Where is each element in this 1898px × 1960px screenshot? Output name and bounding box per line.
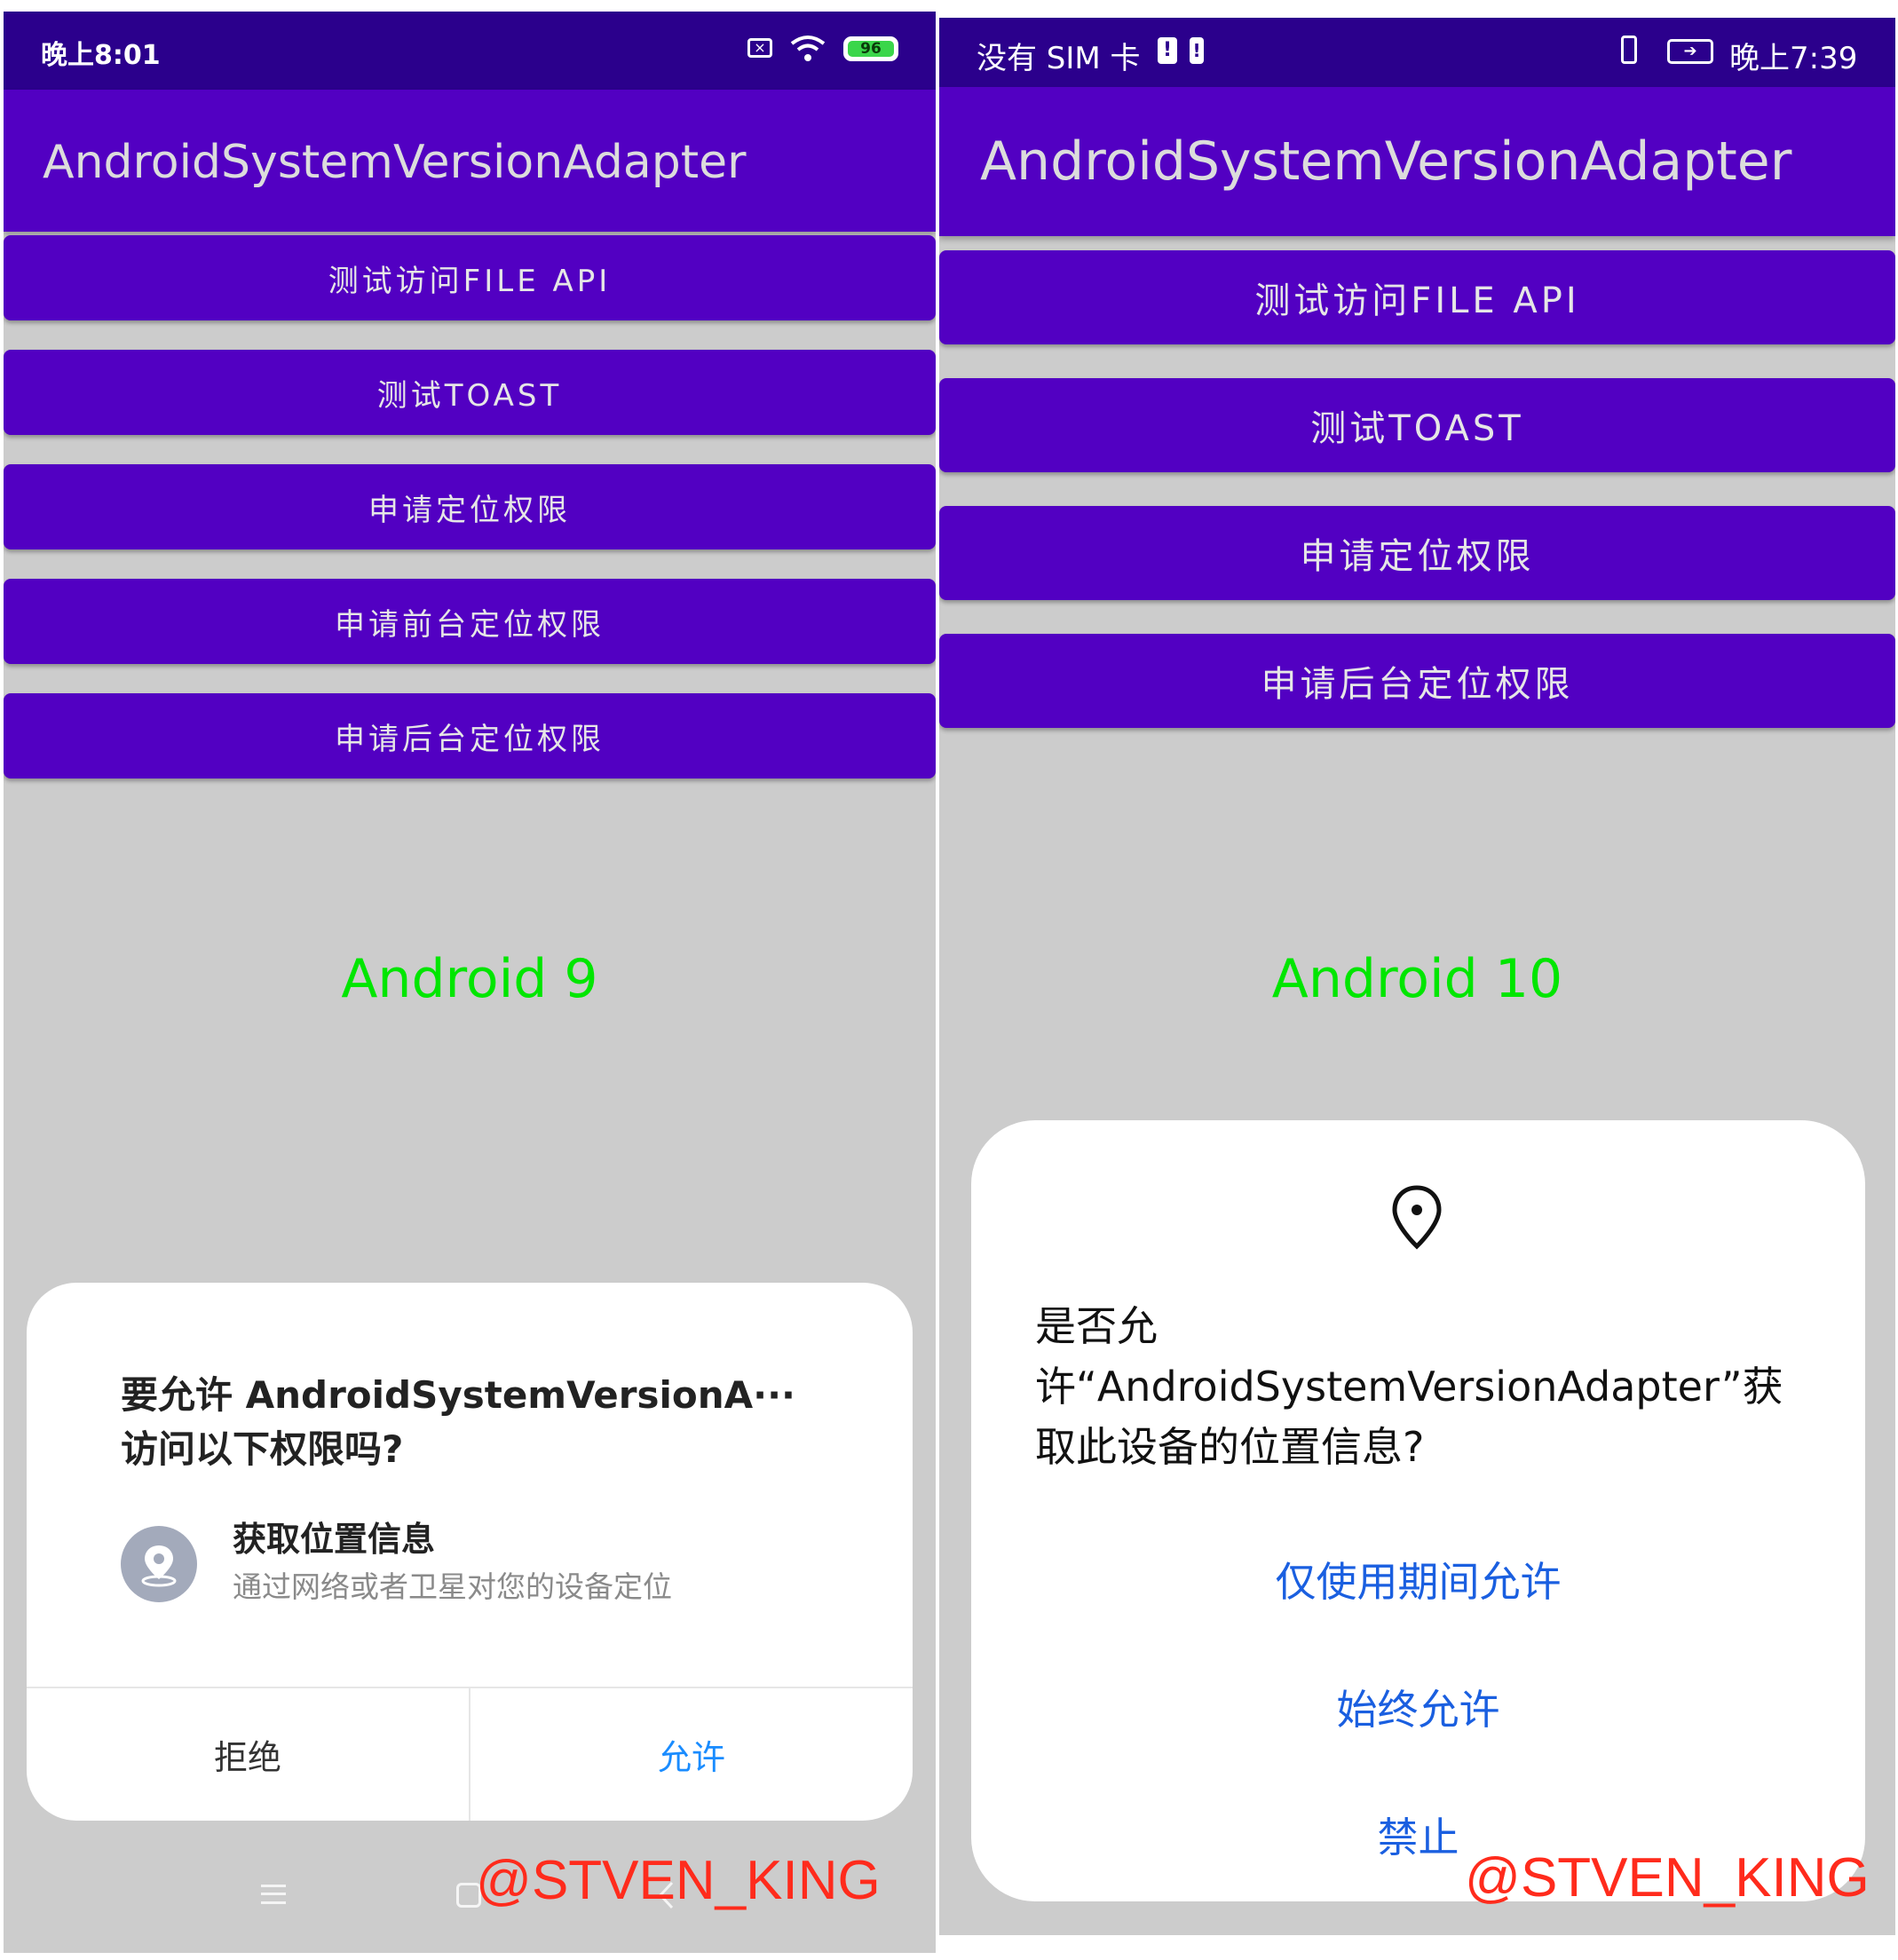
test-file-api-button[interactable]: 测试访问FILE API [939,250,1895,344]
battery-icon: 96 [843,36,898,61]
app-bar: AndroidSystemVersionAdapter [4,90,936,232]
dialog-question-line-1: 是否允 [1035,1302,1158,1350]
battery-charging-icon: ➔ [1667,39,1713,64]
app-title: AndroidSystemVersionAdapter [980,130,1792,193]
request-background-location-button[interactable]: 申请后台定位权限 [4,693,936,778]
status-carrier: 没有 SIM 卡 [977,41,1141,76]
version-label: Android 10 [1271,948,1563,1010]
dialog-question-line-2: 许“AndroidSystemVersionAdapter”获 [1035,1363,1783,1411]
notification-icon: × [747,38,772,58]
status-time: 晚上8:01 [41,40,161,71]
request-location-button[interactable]: 申请定位权限 [939,506,1895,600]
deny-button[interactable]: 拒绝 [27,1688,469,1821]
watermark: @STVEN_KING [476,1850,881,1911]
phone-android-10: 没有 SIM 卡 ! ! ➔ 晚上7:39 AndroidSystemVersi… [939,18,1895,1935]
phone-android-9: 晚上8:01 × 96 AndroidSystemVersionAdapter … [4,12,936,1953]
app-title: AndroidSystemVersionAdapter [43,136,747,189]
status-bar: 没有 SIM 卡 ! ! ➔ 晚上7:39 [939,18,1895,87]
status-time: 晚上7:39 [1729,41,1858,76]
watermark: @STVEN_KING [1465,1847,1870,1909]
test-file-api-button[interactable]: 测试访问FILE API [4,235,936,320]
location-permission-dialog: 是否允 许“AndroidSystemVersionAdapter”获 取此设备… [971,1120,1865,1901]
permission-dialog: 要允许 AndroidSystemVersionA··· 访问以下权限吗? 获取… [27,1283,913,1821]
request-foreground-location-button[interactable]: 申请前台定位权限 [4,579,936,664]
sim-alert-icon-2: ! [1190,37,1204,64]
request-location-button[interactable]: 申请定位权限 [4,464,936,549]
allow-always-button[interactable]: 始终允许 [971,1658,1865,1756]
version-label: Android 9 [341,948,598,1010]
sim-alert-icon: ! [1158,37,1177,64]
battery-level: 96 [860,40,882,58]
wifi-icon [790,36,826,61]
location-icon [121,1526,197,1602]
location-pin-icon [1392,1185,1442,1250]
vibrate-icon [1621,36,1637,64]
app-bar: AndroidSystemVersionAdapter [939,87,1895,236]
dialog-question-line-3: 取此设备的位置信息? [1035,1423,1425,1471]
allow-while-using-button[interactable]: 仅使用期间允许 [971,1530,1865,1628]
permission-title: 获取位置信息 [233,1520,436,1559]
permission-description: 通过网络或者卫星对您的设备定位 [233,1569,672,1604]
status-bar: 晚上8:01 × 96 [4,12,936,90]
test-toast-button[interactable]: 测试TOAST [4,350,936,435]
request-background-location-button[interactable]: 申请后台定位权限 [939,634,1895,728]
menu-nav-icon[interactable] [261,1885,286,1904]
allow-button[interactable]: 允许 [471,1688,913,1821]
dialog-question: 要允许 AndroidSystemVersionA··· 访问以下权限吗? [121,1373,795,1471]
test-toast-button[interactable]: 测试TOAST [939,378,1895,472]
